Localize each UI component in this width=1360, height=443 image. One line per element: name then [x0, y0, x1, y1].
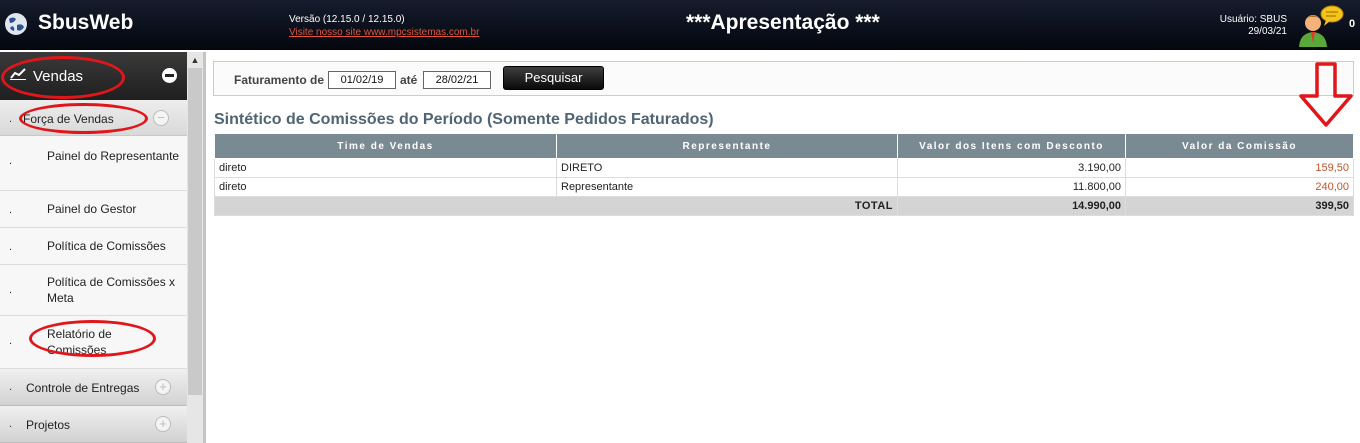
bullet-icon: . — [9, 113, 13, 125]
panel-divider[interactable] — [203, 52, 206, 443]
sidebar-item-controle-entregas[interactable]: . Controle de Entregas + — [0, 369, 187, 406]
sidebar-item-vendas[interactable]: Vendas — [0, 52, 187, 100]
user-chat-icon[interactable] — [1296, 3, 1344, 47]
expand-icon[interactable]: + — [155, 416, 171, 432]
sidebar-item-label: Painel do Representante — [47, 149, 180, 163]
collapse-icon[interactable] — [162, 68, 177, 83]
sidebar-item-label: Projetos — [26, 418, 71, 432]
bullet-icon: . — [9, 418, 13, 430]
sidebar-item-painel-representante[interactable]: . Painel do Representante — [0, 136, 187, 191]
sidebar-item-label: Vendas — [33, 68, 84, 85]
search-button[interactable]: Pesquisar — [503, 66, 604, 90]
cell-valor-comissao[interactable]: 159,50 — [1125, 158, 1354, 178]
sidebar-item-label: Relatório de Comissões — [47, 327, 112, 357]
table-header-row: Time de Vendas Representante Valor dos I… — [214, 133, 1354, 159]
faturamento-label: Faturamento de — [234, 73, 325, 87]
report-title: Sintético de Comissões do Período (Somen… — [214, 111, 714, 128]
cell-valor-comissao[interactable]: 240,00 — [1125, 177, 1354, 197]
sidebar: Vendas . Força de Vendas − . Painel do R… — [0, 52, 187, 443]
scroll-thumb[interactable] — [188, 68, 202, 395]
notification-count[interactable]: 0 — [1349, 18, 1355, 30]
column-header-valor-comissao[interactable]: Valor da Comissão — [1125, 133, 1354, 159]
down-arrow-icon — [1299, 62, 1353, 127]
version-text: Versão (12.15.0 / 12.15.0) — [289, 14, 405, 25]
scroll-up-arrow-icon[interactable]: ▲ — [187, 52, 203, 68]
app-title: SbusWeb — [38, 11, 134, 34]
cell-representante: Representante — [556, 177, 898, 197]
chart-line-icon — [10, 68, 26, 80]
table-total-row: TOTAL 14.990,00 399,50 — [214, 196, 1354, 216]
total-valor-comissao: 399,50 — [1125, 196, 1354, 216]
sidebar-item-politica-comissoes-meta[interactable]: . Política de Comissões x Meta — [0, 265, 187, 316]
sidebar-item-painel-gestor[interactable]: . Painel do Gestor — [0, 191, 187, 228]
bullet-icon: . — [9, 155, 13, 167]
sidebar-item-label: Painel do Gestor — [47, 202, 137, 216]
collapse-icon[interactable]: − — [153, 110, 169, 126]
sidebar-item-relatorio-comissoes[interactable]: . Relatório de Comissões — [0, 316, 187, 369]
sidebar-item-politica-comissoes[interactable]: . Política de Comissões — [0, 228, 187, 265]
commission-table: Time de Vendas Representante Valor dos I… — [214, 133, 1354, 216]
bullet-icon: . — [9, 204, 13, 216]
bullet-icon: . — [9, 284, 13, 296]
site-link[interactable]: Visite nosso site www.mpcsistemas.com.br — [289, 27, 479, 38]
total-label: TOTAL — [214, 196, 898, 216]
column-header-representante[interactable]: Representante — [556, 133, 898, 159]
column-header-valor-itens[interactable]: Valor dos Itens com Desconto — [897, 133, 1126, 159]
total-valor-itens: 14.990,00 — [897, 196, 1126, 216]
sidebar-scrollbar[interactable]: ▲ — [187, 52, 203, 443]
cell-time-vendas: direto — [214, 177, 557, 197]
sidebar-item-label: Controle de Entregas — [26, 381, 140, 395]
sidebar-item-label: Força de Vendas — [23, 112, 114, 126]
sidebar-item-projetos[interactable]: . Projetos + — [0, 406, 187, 443]
table-row[interactable]: direto Representante 11.800,00 240,00 — [214, 177, 1354, 197]
cell-valor-itens: 3.190,00 — [897, 158, 1126, 178]
sidebar-item-label: Política de Comissões x Meta — [47, 275, 176, 305]
cell-time-vendas: direto — [214, 158, 557, 178]
expand-icon[interactable]: + — [155, 379, 171, 395]
presentation-title: ***Apresentação *** — [686, 11, 880, 34]
app-header: SbusWeb Versão (12.15.0 / 12.15.0) Visit… — [0, 0, 1360, 50]
globe-icon[interactable] — [4, 12, 28, 36]
current-date: 29/03/21 — [1248, 26, 1287, 37]
cell-representante: DIRETO — [556, 158, 898, 178]
user-label: Usuário: SBUS — [1219, 14, 1287, 25]
bullet-icon: . — [9, 381, 13, 393]
date-from-input[interactable]: 01/02/19 — [328, 71, 396, 89]
sidebar-item-forca-de-vendas[interactable]: . Força de Vendas − — [0, 100, 187, 136]
ate-label: até — [400, 73, 418, 87]
bullet-icon: . — [9, 241, 13, 253]
filter-bar: Faturamento de 01/02/19 até 28/02/21 Pes… — [213, 61, 1354, 96]
cell-valor-itens: 11.800,00 — [897, 177, 1126, 197]
bullet-icon: . — [9, 335, 13, 347]
date-to-input[interactable]: 28/02/21 — [423, 71, 491, 89]
sidebar-item-label: Política de Comissões — [47, 239, 166, 253]
table-row[interactable]: direto DIRETO 3.190,00 159,50 — [214, 158, 1354, 178]
column-header-time-vendas[interactable]: Time de Vendas — [214, 133, 557, 159]
